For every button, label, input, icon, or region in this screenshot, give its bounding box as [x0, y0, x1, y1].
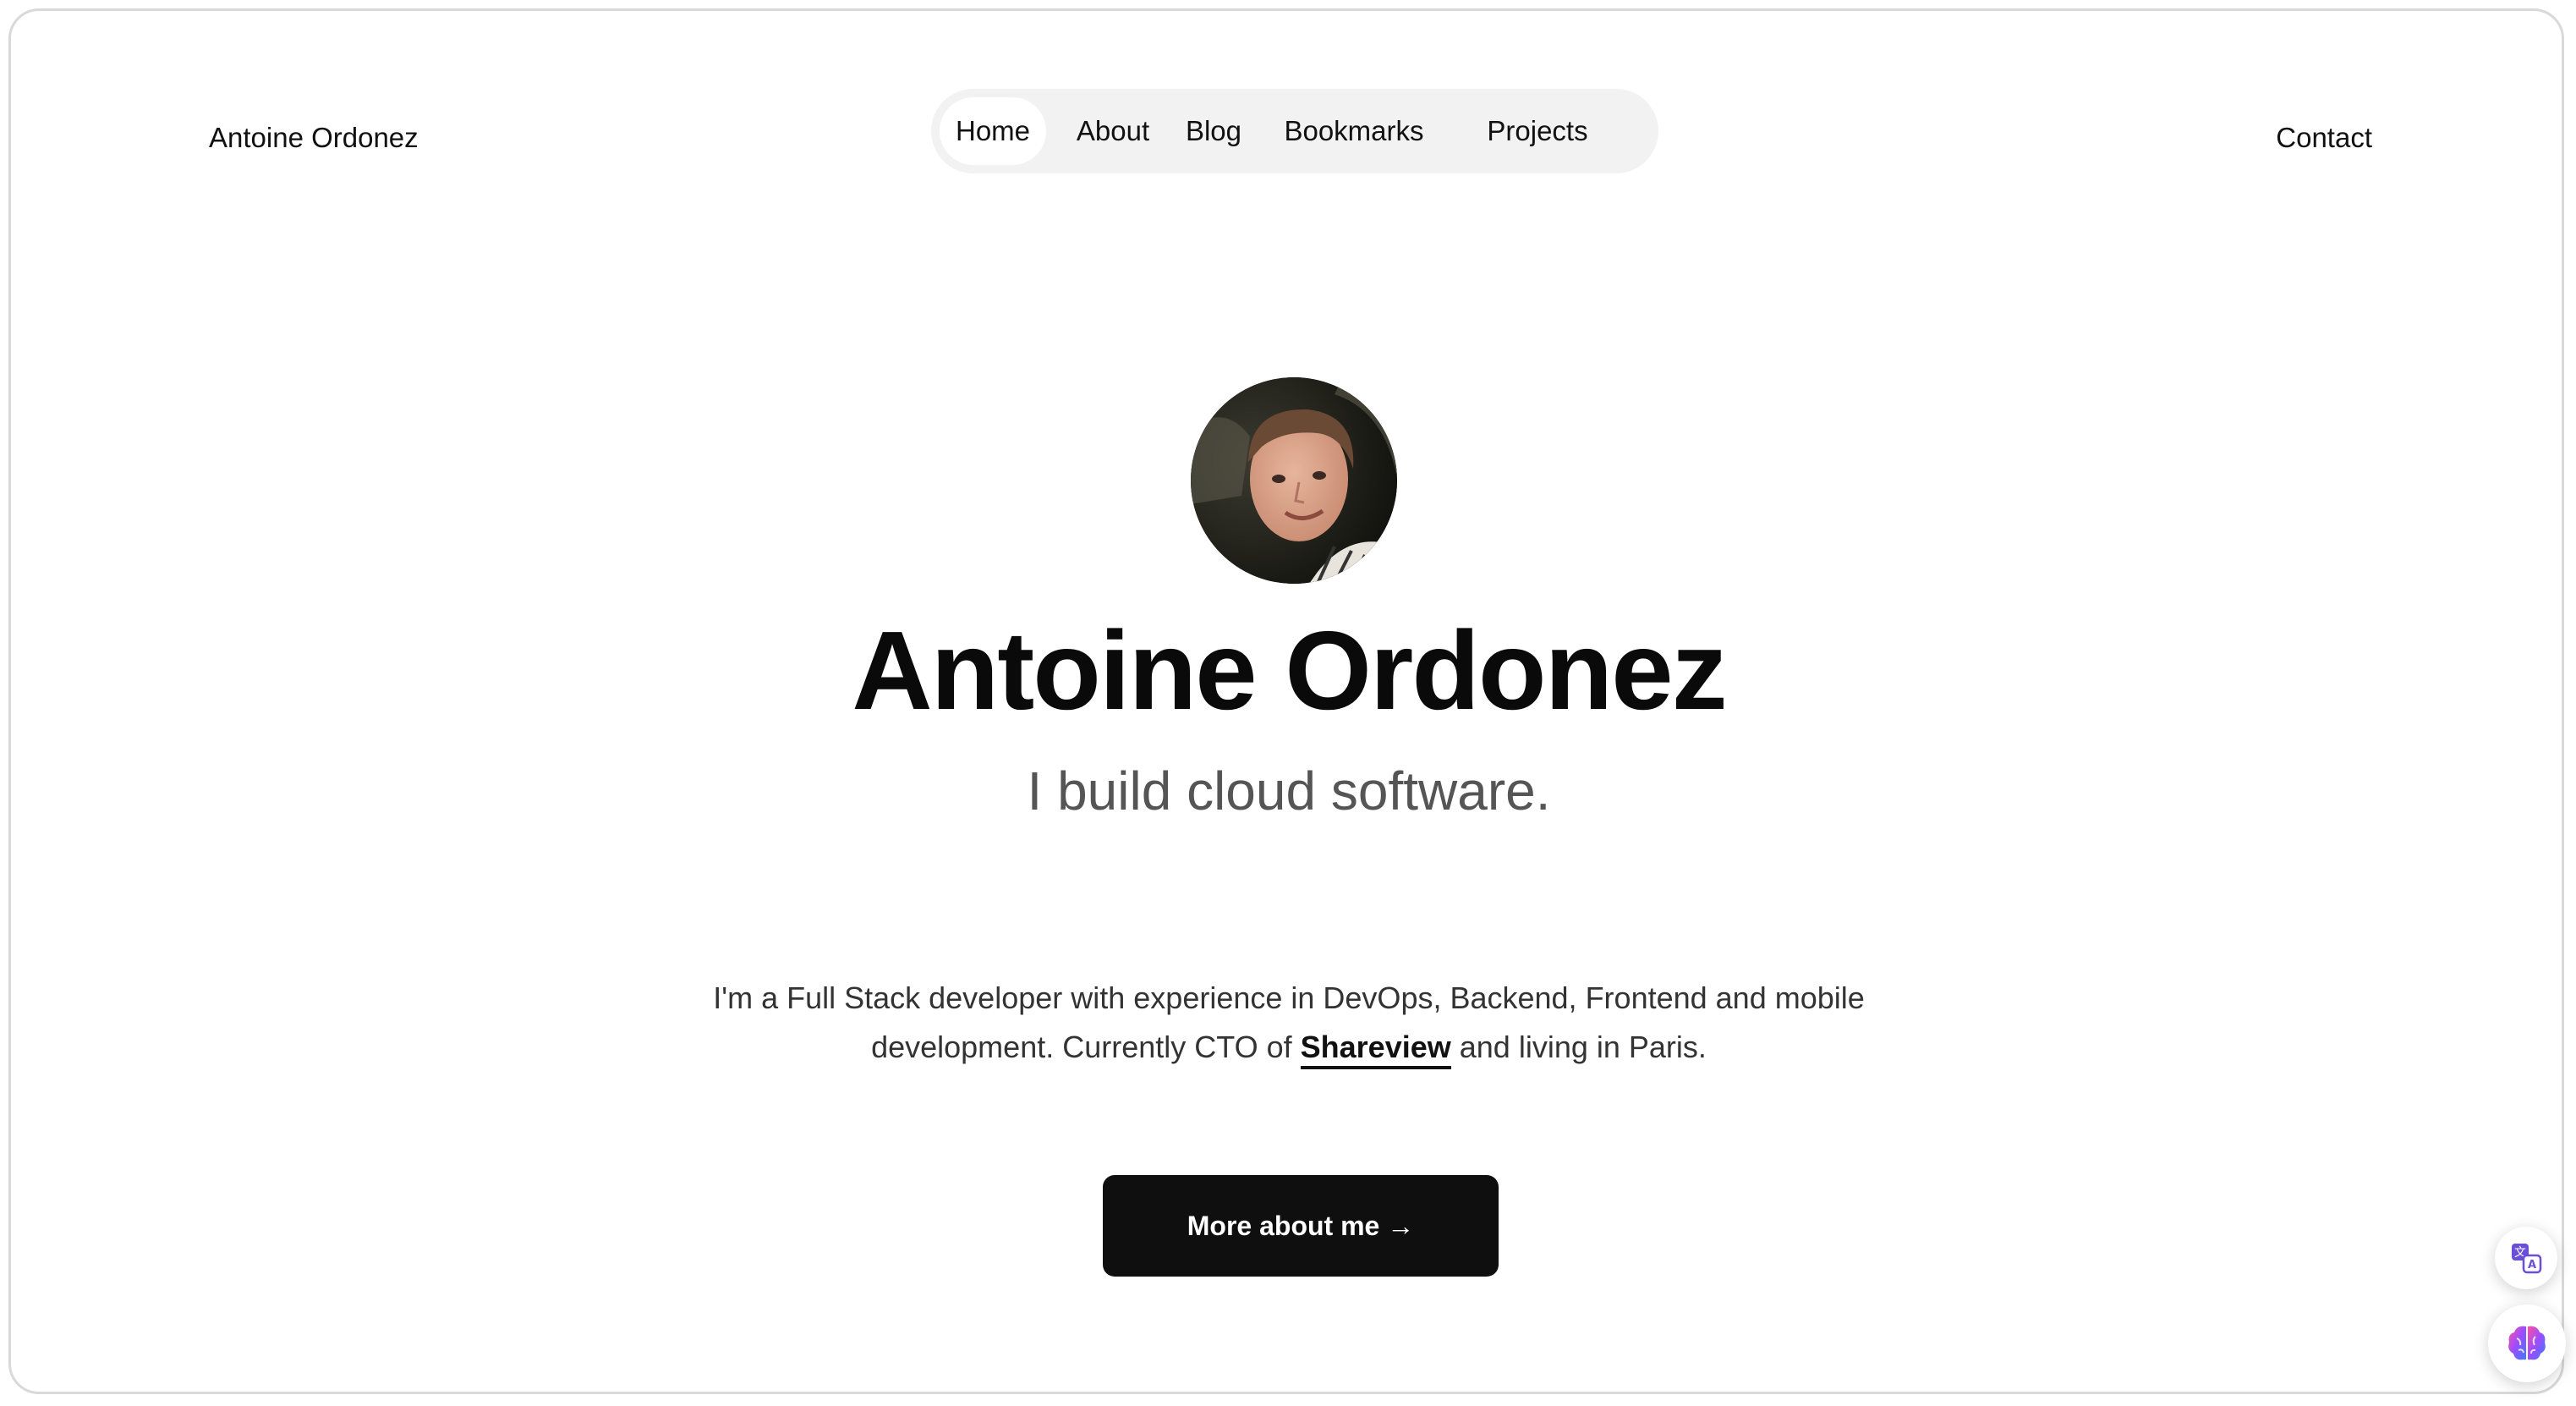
browser-viewport: Antoine Ordonez Home About Blog Bookmark…	[8, 8, 2564, 1394]
avatar-portrait	[1191, 377, 1397, 584]
translate-icon: 文 A	[2512, 1244, 2542, 1274]
ai-assistant-button[interactable]	[2488, 1304, 2566, 1382]
brain-icon	[2508, 1326, 2546, 1360]
intro-paragraph: I'm a Full Stack developer with experien…	[697, 974, 1881, 1072]
hero-name-heading: Antoine Ordonez	[852, 608, 1727, 733]
nav-item-blog[interactable]: Blog	[1175, 97, 1252, 165]
site-brand-link[interactable]: Antoine Ordonez	[209, 119, 419, 157]
shareview-link[interactable]: Shareview	[1300, 1030, 1451, 1069]
svg-text:A: A	[2528, 1259, 2536, 1271]
main-navigation: Home About Blog Bookmarks Projects	[931, 89, 1658, 173]
nav-item-projects[interactable]: Projects	[1457, 97, 1618, 165]
contact-link[interactable]: Contact	[2276, 119, 2372, 157]
nav-item-home[interactable]: Home	[940, 97, 1046, 165]
translate-button[interactable]: 文 A	[2495, 1227, 2557, 1289]
hero-tagline: I build cloud software.	[1027, 761, 1551, 821]
more-about-me-button[interactable]: More about me →	[1103, 1175, 1499, 1277]
nav-item-about[interactable]: About	[1066, 97, 1159, 165]
nav-item-bookmarks[interactable]: Bookmarks	[1271, 97, 1437, 165]
intro-text-after: and living in Paris.	[1450, 1030, 1707, 1064]
avatar	[1191, 377, 1397, 584]
